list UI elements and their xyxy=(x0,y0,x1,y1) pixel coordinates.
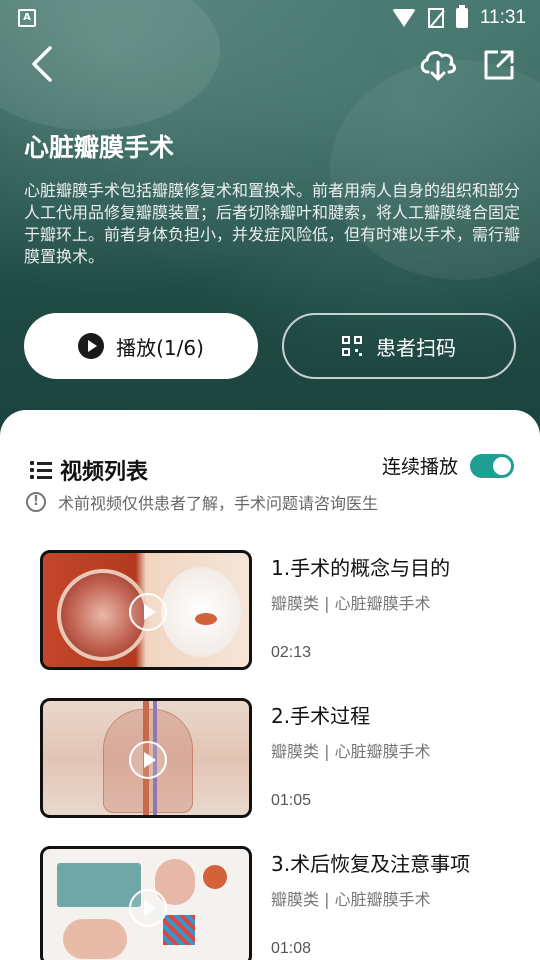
video-thumbnail[interactable] xyxy=(40,698,252,818)
battery-icon xyxy=(455,5,468,28)
continuous-play-setting: 连续播放 xyxy=(382,452,514,479)
share-button[interactable] xyxy=(478,42,522,86)
video-title: 3.术后恢复及注意事项 xyxy=(271,852,471,876)
video-category: 瓣膜类 | 心脏瓣膜手术 xyxy=(271,742,431,761)
page-title: 心脏瓣膜手术 xyxy=(24,133,175,162)
video-duration: 02:13 xyxy=(271,644,312,661)
list-icon xyxy=(30,461,52,479)
app-badge-icon: A xyxy=(18,9,36,27)
video-title: 1.手术的概念与目的 xyxy=(271,556,451,580)
video-list-panel: 视频列表 连续播放 ! 术前视频仅供患者了解，手术问题请咨询医生 1.手术的概念… xyxy=(0,410,540,960)
back-arrow-icon xyxy=(32,46,52,82)
video-category: 瓣膜类 | 心脏瓣膜手术 xyxy=(271,890,431,909)
play-button-label: 播放(1/6) xyxy=(116,335,204,360)
video-item[interactable]: 3.术后恢复及注意事项 瓣膜类 | 心脏瓣膜手术 01:08 xyxy=(40,846,520,960)
share-external-icon xyxy=(484,50,514,80)
video-thumbnail[interactable] xyxy=(40,846,252,960)
video-list-header: 视频列表 xyxy=(30,454,148,486)
exclamation-icon: ! xyxy=(26,492,46,512)
patient-scan-button[interactable]: 患者扫码 xyxy=(282,313,516,379)
procedure-description: 心脏瓣膜手术包括瓣膜修复术和置换术。前者用病人自身的组织和部分人工代用品修复瓣膜… xyxy=(24,181,521,266)
video-category: 瓣膜类 | 心脏瓣膜手术 xyxy=(271,594,431,613)
continuous-play-label: 连续播放 xyxy=(381,456,458,478)
play-overlay-icon xyxy=(129,741,167,779)
notice: ! 术前视频仅供患者了解，手术问题请咨询医生 xyxy=(26,490,378,514)
play-overlay-icon xyxy=(129,889,167,927)
notice-text: 术前视频仅供患者了解，手术问题请咨询医生 xyxy=(58,494,379,513)
video-thumbnail[interactable] xyxy=(40,550,252,670)
status-bar: A 11:31 xyxy=(0,0,540,36)
clock: 11:31 xyxy=(479,7,526,28)
play-button[interactable]: 播放(1/6) xyxy=(24,313,258,379)
video-item[interactable]: 1.手术的概念与目的 瓣膜类 | 心脏瓣膜手术 02:13 xyxy=(40,550,520,670)
video-duration: 01:05 xyxy=(271,792,312,809)
continuous-play-toggle[interactable] xyxy=(470,453,514,478)
video-duration: 01:08 xyxy=(271,940,312,957)
play-icon xyxy=(78,333,105,359)
qr-code-icon xyxy=(342,336,362,356)
wifi-icon xyxy=(391,9,416,27)
patient-scan-label: 患者扫码 xyxy=(376,335,456,360)
video-list-title: 视频列表 xyxy=(60,460,149,485)
top-bar xyxy=(0,40,540,90)
download-button[interactable] xyxy=(416,42,460,86)
play-overlay-icon xyxy=(129,593,167,631)
cloud-download-icon xyxy=(420,51,456,81)
back-button[interactable] xyxy=(24,42,64,86)
no-sim-icon xyxy=(427,8,444,28)
video-title: 2.手术过程 xyxy=(271,704,371,728)
video-item[interactable]: 2.手术过程 瓣膜类 | 心脏瓣膜手术 01:05 xyxy=(40,698,520,818)
